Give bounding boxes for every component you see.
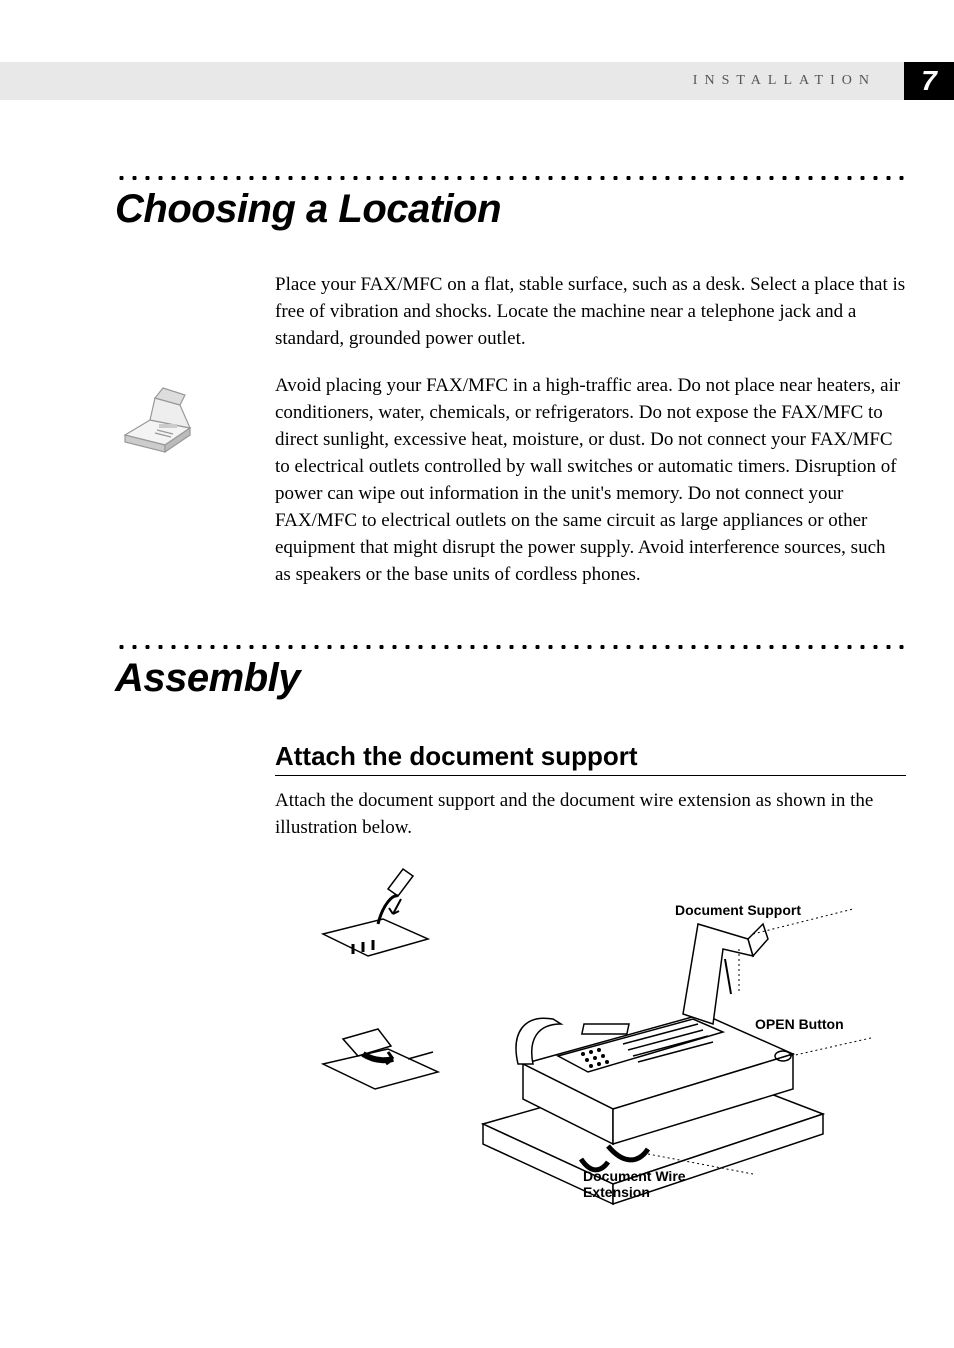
para-location-1: Place your FAX/MFC on a flat, stable sur… [275,272,906,353]
page-number-box: 7 [904,62,954,100]
para-location-2: Avoid placing your FAX/MFC in a high-tra… [275,373,906,589]
subheading-attach-document-support: Attach the document support [275,741,906,776]
page-header: INSTALLATION 7 [0,62,954,100]
dotted-rule [115,644,906,650]
page-content: Choosing a Location Place your FAX/MFC o… [115,175,906,1234]
callout-document-support: Document Support [675,902,801,918]
page-number: 7 [921,65,937,97]
para-attach-1: Attach the document support and the docu… [275,788,906,842]
fax-machine-margin-icon [115,380,205,455]
dotted-rule [115,175,906,181]
heading-choosing-location: Choosing a Location [115,187,906,232]
section-assembly: Assembly Attach the document support Att… [115,644,906,1234]
callout-line1: Document Wire [583,1168,686,1184]
callout-open-button: OPEN Button [755,1016,844,1032]
callout-document-wire-extension: Document Wire Extension [583,1168,703,1202]
assembly-illustration: Document Support OPEN Button Document Wi… [275,864,906,1234]
body-column: Place your FAX/MFC on a flat, stable sur… [275,272,906,589]
body-column: Attach the document support Attach the d… [275,741,906,1234]
callout-line2: Extension [583,1184,650,1200]
header-section-label: INSTALLATION [693,73,876,89]
heading-assembly: Assembly [115,656,906,701]
